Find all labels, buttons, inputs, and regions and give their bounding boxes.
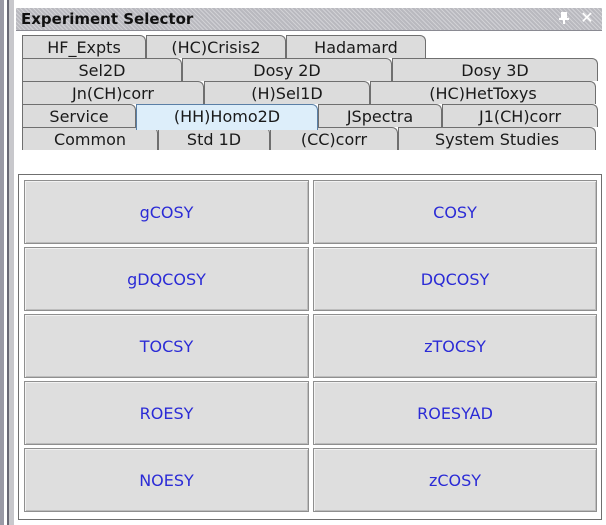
tab-std-1d[interactable]: Std 1D [158,127,270,150]
tab-cc-corr[interactable]: (CC)corr [270,127,398,150]
pin-icon[interactable] [556,10,572,26]
tab-h-sel1d[interactable]: (H)Sel1D [204,81,370,104]
tab-hh-homo2d[interactable]: (HH)Homo2D [136,104,318,130]
experiment-button-grid: gCOSY COSY gDQCOSY DQCOSY TOCSY zTOCSY ROESY RO… [18,174,602,520]
gcosy-button[interactable]: gCOSY [24,180,309,244]
tab-sel2d[interactable]: Sel2D [22,58,182,81]
noesy-button[interactable]: NOESY [24,448,309,512]
tab-hf-expts[interactable]: HF_Expts [22,35,146,58]
tab-common[interactable]: Common [22,127,158,150]
tab-service[interactable]: Service [22,104,136,127]
left-frame-strip [0,0,14,525]
tab-hc-hettoxys[interactable]: (HC)HetToxys [370,81,596,104]
experiment-selector-panel: Experiment Selector ✕ HF_Expts (HC)Crisis… [0,0,606,525]
dqcosy-button[interactable]: DQCOSY [313,247,597,311]
ztocsy-button[interactable]: zTOCSY [313,314,597,378]
title-bar[interactable]: Experiment Selector ✕ [16,8,602,31]
gdqcosy-button[interactable]: gDQCOSY [24,247,309,311]
cosy-button[interactable]: COSY [313,180,597,244]
zcosy-button[interactable]: zCOSY [313,448,597,512]
close-icon[interactable]: ✕ [578,9,596,27]
roesy-button[interactable]: ROESY [24,381,309,445]
tab-hc-crisis2[interactable]: (HC)Crisis2 [146,35,286,58]
tab-j1-ch-corr[interactable]: J1(CH)corr [442,104,598,127]
tocsy-button[interactable]: TOCSY [24,314,309,378]
tab-system-studies[interactable]: System Studies [398,127,596,150]
tab-strip: HF_Expts (HC)Crisis2 Hadamard Sel2D Dosy 2D D… [18,31,602,174]
roesyad-button[interactable]: ROESYAD [313,381,597,445]
tab-jn-ch-corr[interactable]: Jn(CH)corr [22,81,204,104]
tab-hadamard[interactable]: Hadamard [286,35,426,58]
tab-jspectra[interactable]: JSpectra [318,104,442,127]
tab-dosy-2d[interactable]: Dosy 2D [182,58,392,81]
tab-dosy-3d[interactable]: Dosy 3D [392,58,598,81]
window-title: Experiment Selector [21,10,194,28]
